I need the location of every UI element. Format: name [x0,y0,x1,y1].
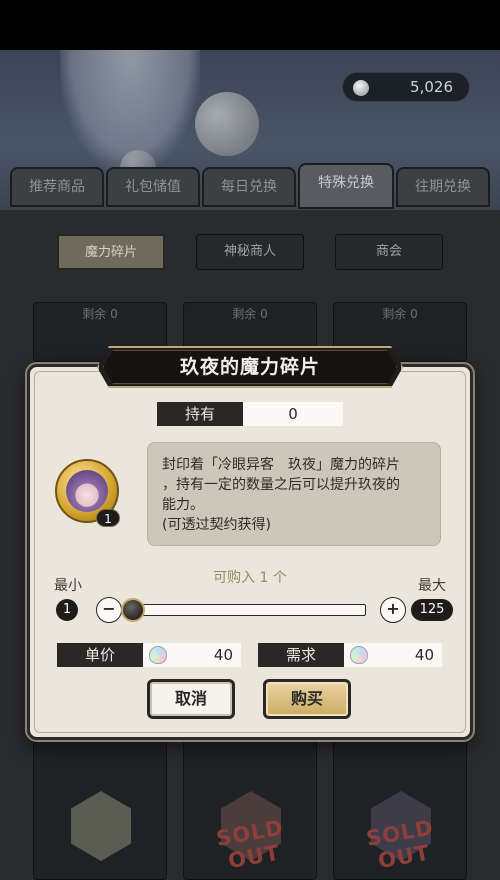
tab-recommended[interactable]: 推荐商品 [10,167,104,207]
dialog-title: 玖夜的魔力碎片 [179,356,320,378]
tab-past-exchange[interactable]: 往期兑换 [396,167,490,207]
sold-out-stamp: SOLD OUT [364,815,436,874]
unit-price-label: 单价 [57,643,143,667]
required-value: 40 [414,646,434,664]
tab-special-exchange[interactable]: 特殊兑换 [298,163,394,209]
unit-price-value: 40 [213,646,233,664]
owned-label: 持有 [157,402,243,426]
card-remaining: 剩余 0 [382,307,418,321]
description-line: 封印着「冷眼异客 玖夜」魔力的碎片 [162,457,400,473]
banner-orb [195,92,259,156]
character-portrait [71,791,131,861]
subtab-guild[interactable]: 商会 [335,234,443,270]
currency-display: 5,026 [342,72,470,102]
shop-card[interactable]: SOLD OUT [183,740,317,880]
owned-value: 0 [243,402,343,426]
required-label: 需求 [258,643,344,667]
crystal-icon [350,646,368,664]
max-label: 最大 [418,578,446,594]
decrease-button[interactable]: − [96,597,122,623]
item-description: 封印着「冷眼异客 玖夜」魔力的碎片 ，持有一定的数量之后可以提升玖夜的 能力。 … [147,442,441,546]
description-line: 能力。 [162,497,204,513]
quantity-slider[interactable] [128,604,366,616]
description-line: (可透过契约获得) [162,517,271,533]
character-face [66,470,108,512]
currency-amount: 5,026 [410,78,453,96]
description-line: ，持有一定的数量之后可以提升玖夜的 [162,477,400,493]
sold-out-stamp: SOLD OUT [214,815,286,874]
card-remaining: 剩余 0 [232,307,268,321]
slider-handle[interactable] [121,598,145,622]
required-field: 40 [344,643,442,667]
buy-button[interactable]: 购买 [263,679,351,719]
status-bar [0,0,500,50]
shop-tabs: 推荐商品 礼包储值 每日兑换 特殊兑换 往期兑换 [10,163,490,209]
tab-daily-exchange[interactable]: 每日兑换 [202,167,296,207]
subtab-mystery-merchant[interactable]: 神秘商人 [196,234,304,270]
tab-gift-packs[interactable]: 礼包储值 [106,167,200,207]
shop-card[interactable]: SOLD OUT [333,740,467,880]
min-value-badge: 1 [56,599,78,621]
subtab-magic-fragments[interactable]: 魔力碎片 [57,234,165,270]
max-value-badge: 125 [411,599,453,621]
cancel-button[interactable]: 取消 [147,679,235,719]
gem-icon [353,80,369,96]
crystal-icon [149,646,167,664]
card-remaining: 剩余 0 [82,307,118,321]
unit-price-field: 40 [143,643,241,667]
item-count-badge: 1 [96,509,120,527]
increase-button[interactable]: + [380,597,406,623]
shop-card[interactable] [33,740,167,880]
